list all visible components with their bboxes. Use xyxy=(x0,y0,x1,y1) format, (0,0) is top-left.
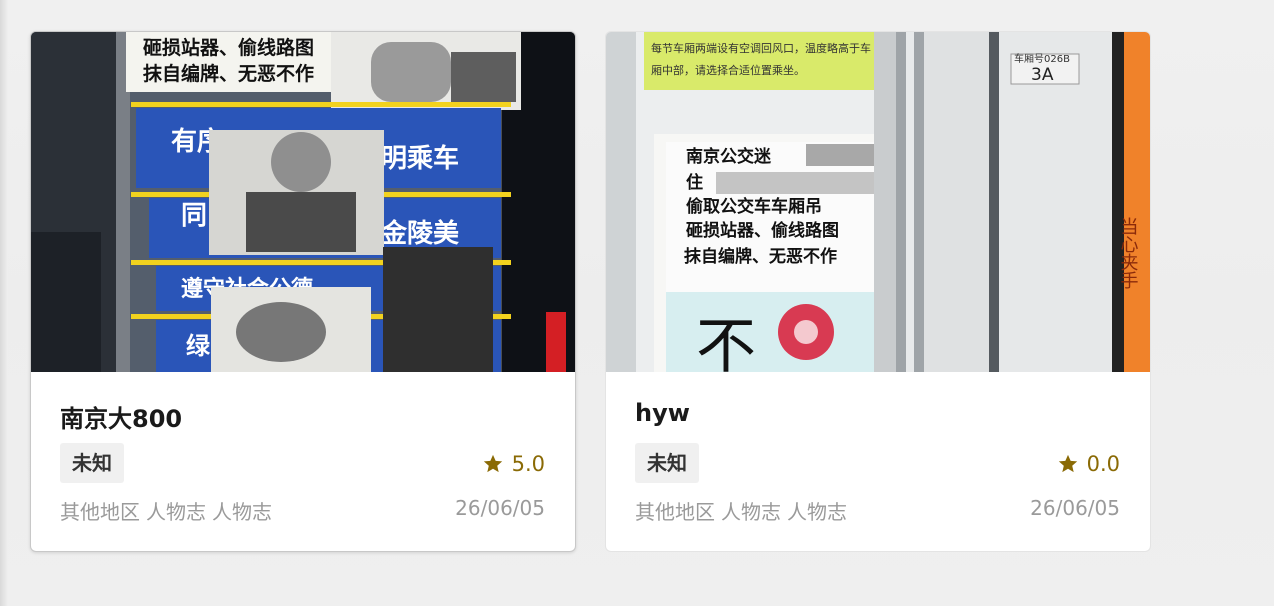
rating: 5.0 xyxy=(482,451,545,477)
poster-line-1: 砸损站器、偷线路图 xyxy=(143,36,314,59)
rating-value: 5.0 xyxy=(511,452,545,476)
post-card[interactable]: 每节车厢两端设有空调回风口，温度略高于车 厢中部，请选择合适位置乘坐。 南京公交… xyxy=(605,31,1151,552)
side-warning-text: 当心夹手 xyxy=(1118,217,1139,289)
notice-line-1: 南京公交迷 xyxy=(686,146,772,167)
status-tag: 未知 xyxy=(60,443,124,483)
post-categories: 其他地区 人物志 人物志 xyxy=(635,496,847,525)
thumbnail-image: 每节车厢两端设有空调回风口，温度略高于车 厢中部，请选择合适位置乘坐。 南京公交… xyxy=(606,32,1150,372)
rating: 0.0 xyxy=(1057,451,1120,477)
star-icon xyxy=(1058,454,1077,473)
post-title[interactable]: 南京大800 xyxy=(60,399,182,434)
category-label: 人物志 xyxy=(787,500,847,524)
banner-line-1: 每节车厢两端设有空调回风口，温度略高于车 xyxy=(651,41,871,55)
status-tag: 未知 xyxy=(635,443,699,483)
region-label: 其他地区 xyxy=(60,500,140,524)
sign-text-2b: 金陵美 xyxy=(380,218,459,249)
notice-line-4: 砸损站器、偷线路图 xyxy=(686,220,839,241)
post-title[interactable]: hyw xyxy=(635,399,690,427)
rating-value: 0.0 xyxy=(1086,452,1120,476)
post-date: 26/06/05 xyxy=(455,496,545,520)
sign-text-4: 绿 xyxy=(186,332,211,360)
star-icon xyxy=(483,454,502,473)
thumbnail-image: 砸损站器、偷线路图 抹自编牌、无恶不作 有序 明乘车 同 金陵美 遵守社会公德 … xyxy=(31,32,575,372)
post-categories: 其他地区 人物志 人物志 xyxy=(60,496,272,525)
region-label: 其他地区 xyxy=(635,500,715,524)
post-thumbnail[interactable]: 每节车厢两端设有空调回风口，温度略高于车 厢中部，请选择合适位置乘坐。 南京公交… xyxy=(606,32,1150,372)
banner-line-2: 厢中部，请选择合适位置乘坐。 xyxy=(651,63,805,77)
adjacent-card-edge xyxy=(0,0,8,606)
post-thumbnail[interactable]: 砸损站器、偷线路图 抹自编牌、无恶不作 有序 明乘车 同 金陵美 遵守社会公德 … xyxy=(31,32,575,372)
category-label: 人物志 xyxy=(721,500,781,524)
notice-line-5: 抹自编牌、无恶不作 xyxy=(684,246,837,267)
category-label: 人物志 xyxy=(146,500,206,524)
poster-line-2: 抹自编牌、无恶不作 xyxy=(143,62,314,85)
notice-line-2: 住 xyxy=(686,172,703,193)
sign-text-2: 同 xyxy=(181,201,207,231)
big-char: 不 xyxy=(696,312,756,372)
notice-line-3: 偷取公交车车厢吊 xyxy=(686,196,822,217)
car-number-label: 车厢号026B xyxy=(1014,52,1070,65)
post-card[interactable]: 砸损站器、偷线路图 抹自编牌、无恶不作 有序 明乘车 同 金陵美 遵守社会公德 … xyxy=(30,31,576,552)
sign-text-1b: 明乘车 xyxy=(381,143,459,174)
post-date: 26/06/05 xyxy=(1030,496,1120,520)
category-label: 人物志 xyxy=(212,500,272,524)
car-number: 3A xyxy=(1031,65,1054,85)
